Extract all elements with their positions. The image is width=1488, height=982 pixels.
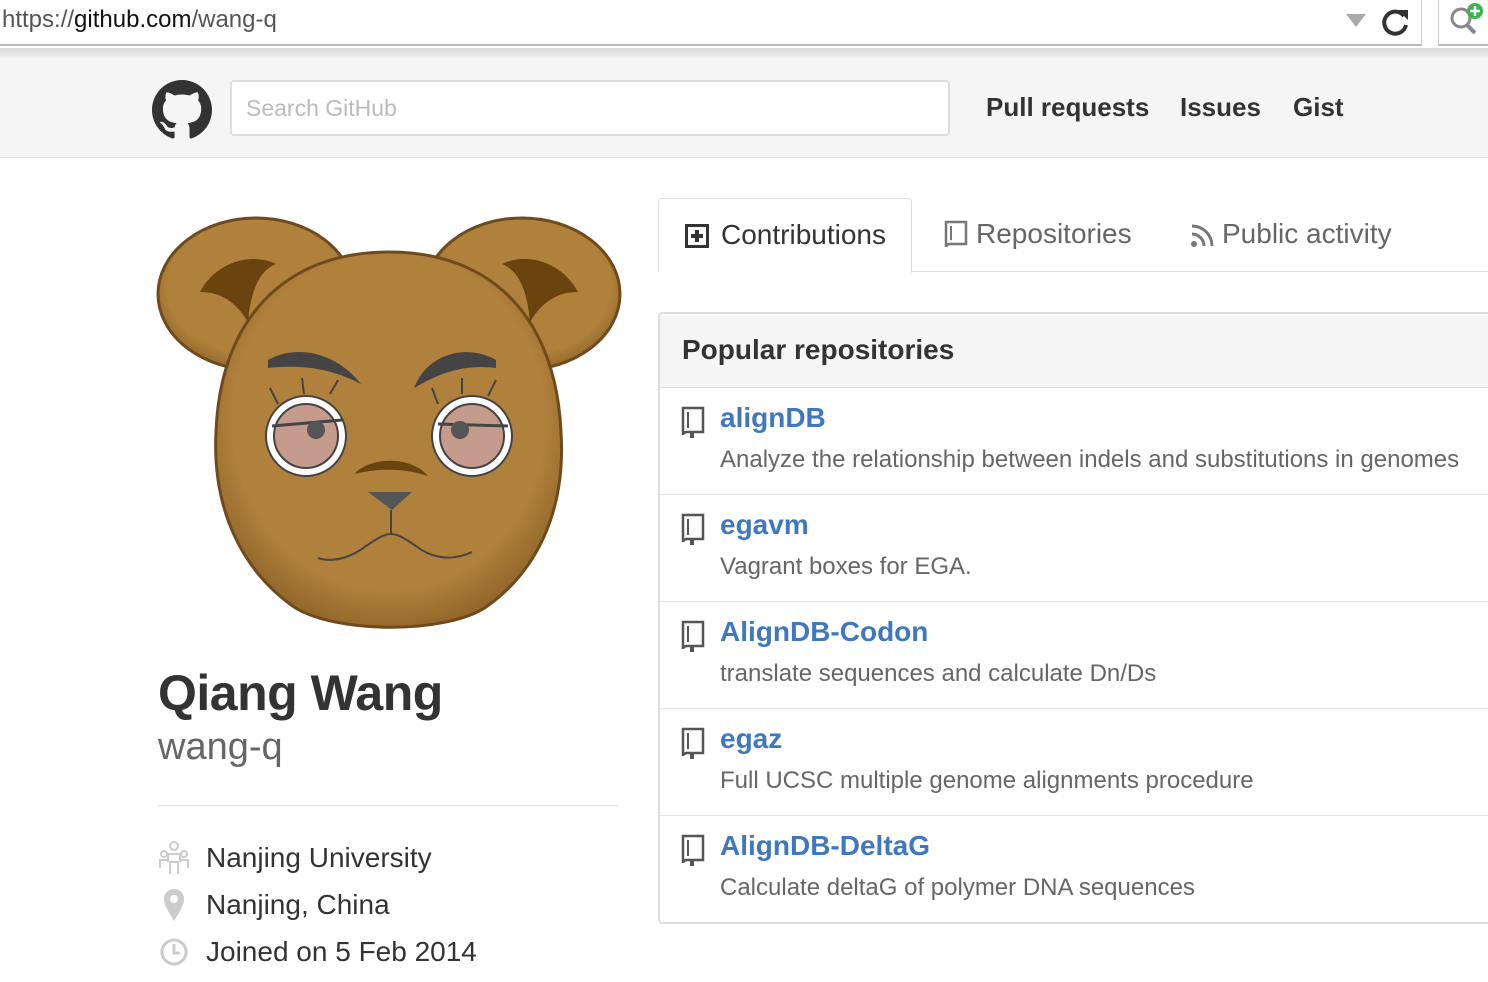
avatar[interactable] (156, 212, 622, 642)
profile-tabs: Contributions Repositories Public activi… (658, 198, 1488, 273)
repo-description: translate sequences and calculate Dn/Ds (720, 660, 1157, 687)
repo-list-item[interactable]: alignDB Analyze the relationship between… (660, 388, 1488, 495)
repo-icon (681, 406, 705, 438)
url-text: https://github.com/wang-q (2, 6, 277, 33)
reload-icon[interactable] (1378, 4, 1412, 40)
magnifier-plus-icon (1450, 3, 1483, 35)
search-extension-button[interactable] (1438, 0, 1488, 46)
repo-icon (681, 727, 705, 759)
github-header: Pull requests Issues Gist (0, 58, 1488, 158)
organization-icon (159, 841, 189, 874)
repo-icon (681, 620, 705, 652)
tab-contributions[interactable]: Contributions (658, 198, 912, 273)
popular-repositories-box: Popular repositories alignDB Analyze the… (658, 312, 1488, 924)
clock-icon (160, 938, 188, 966)
search-input[interactable] (230, 80, 950, 136)
profile-username: wang-q (158, 726, 283, 768)
browser-toolbar: https://github.com/wang-q (0, 0, 1488, 60)
repo-name-link[interactable]: AlignDB-DeltaG (720, 830, 930, 862)
repo-name-link[interactable]: egaz (720, 723, 782, 755)
contributions-icon (685, 224, 709, 248)
nav-issues[interactable]: Issues (1180, 92, 1261, 123)
repo-name-link[interactable]: AlignDB-Codon (720, 616, 928, 648)
repo-name-link[interactable]: alignDB (720, 402, 826, 434)
repo-icon (681, 834, 705, 866)
nav-gist[interactable]: Gist (1293, 92, 1344, 123)
address-bar[interactable]: https://github.com/wang-q (0, 0, 1422, 46)
repo-list-item[interactable]: egavm Vagrant boxes for EGA. (660, 495, 1488, 602)
url-dropdown-icon[interactable] (1346, 14, 1366, 27)
repo-description: Calculate deltaG of polymer DNA sequence… (720, 874, 1195, 901)
repo-list-item[interactable]: AlignDB-DeltaG Calculate deltaG of polym… (660, 816, 1488, 923)
repo-description: Full UCSC multiple genome alignments pro… (720, 767, 1254, 794)
repo-icon (944, 220, 968, 248)
popular-repositories-title: Popular repositories (682, 334, 955, 365)
github-octocat-icon[interactable] (152, 80, 212, 140)
rss-icon (1191, 224, 1214, 247)
tab-repositories[interactable]: Repositories (918, 198, 1158, 272)
profile-full-name: Qiang Wang (158, 665, 443, 721)
popular-repositories-header: Popular repositories (660, 314, 1488, 388)
location-icon (164, 889, 184, 921)
repo-name-link[interactable]: egavm (720, 509, 809, 541)
nav-pull-requests[interactable]: Pull requests (986, 92, 1149, 123)
repo-description: Analyze the relationship between indels … (720, 446, 1460, 473)
repo-icon (681, 513, 705, 545)
repo-list-item[interactable]: AlignDB-Codon translate sequences and ca… (660, 602, 1488, 709)
profile-divider (158, 805, 618, 806)
repo-list-item[interactable]: egaz Full UCSC multiple genome alignment… (660, 709, 1488, 816)
tab-public-activity[interactable]: Public activity (1168, 198, 1428, 272)
repo-description: Vagrant boxes for EGA. (720, 553, 972, 580)
